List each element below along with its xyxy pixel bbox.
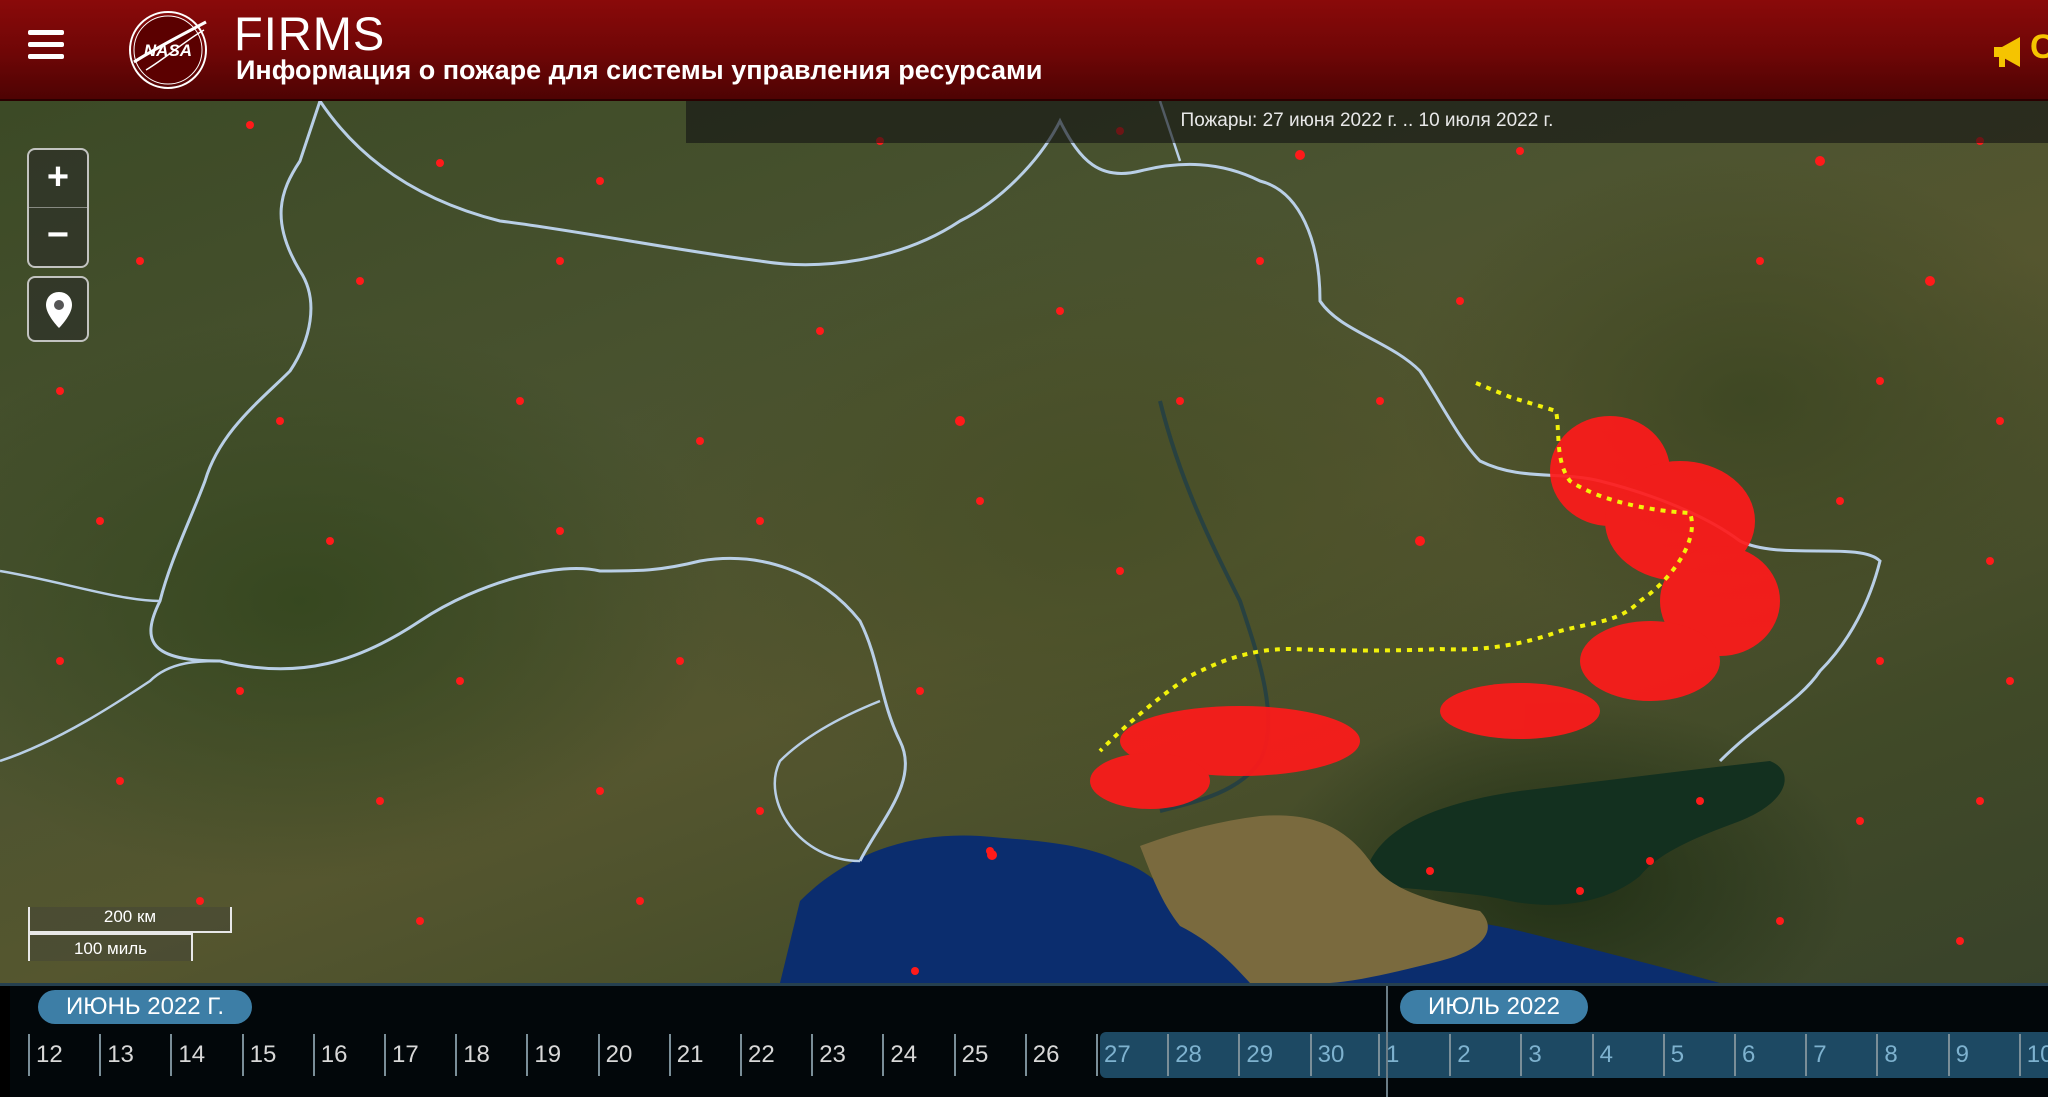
timeline-day-jun-21[interactable]: 21 — [668, 1034, 704, 1076]
nasa-logo[interactable]: NASA — [126, 8, 210, 92]
timeline-day-jun-27[interactable]: 27 — [1096, 1034, 1131, 1076]
timeline-day-jun-29[interactable]: 29 — [1238, 1034, 1273, 1076]
zoom-in-button[interactable]: + — [29, 150, 87, 208]
fire-map[interactable]: Пожары: 27 июня 2022 г. .. 10 июля 2022 … — [0, 101, 2048, 983]
hamburger-menu-icon[interactable] — [28, 30, 64, 64]
timeline-day-jun-22[interactable]: 22 — [740, 1034, 775, 1076]
timeline-day-jul-5[interactable]: 5 — [1662, 1034, 1684, 1076]
date-timeline[interactable]: ИЮНЬ 2022 Г. ИЮЛЬ 2022 12 13 14 15 16 17 18 19 2… — [0, 983, 2048, 1097]
timeline-day-jun-19[interactable]: 19 — [526, 1034, 561, 1076]
zoom-out-button[interactable]: − — [29, 208, 87, 266]
megaphone-icon[interactable] — [1990, 32, 2030, 72]
scale-miles: 100 миль — [28, 933, 193, 961]
app-title: FIRMS — [234, 7, 386, 60]
locate-button[interactable] — [27, 276, 89, 342]
timeline-day-jun-18[interactable]: 18 — [455, 1034, 490, 1076]
sea-hotspot — [987, 850, 997, 860]
timeline-day-jun-16[interactable]: 16 — [312, 1034, 348, 1076]
timeline-day-jul-4[interactable]: 4 — [1591, 1034, 1613, 1076]
app-header: NASA FIRMS Информация о пожаре для систе… — [0, 0, 2048, 101]
svg-text:NASA: NASA — [144, 41, 192, 60]
timeline-day-jun-28[interactable]: 28 — [1167, 1034, 1202, 1076]
timeline-day-jul-1[interactable]: 1 — [1378, 1034, 1399, 1076]
timeline-day-jun-13[interactable]: 13 — [99, 1034, 134, 1076]
timeline-day-jul-3[interactable]: 3 — [1520, 1034, 1542, 1076]
timeline-day-jun-20[interactable]: 20 — [597, 1034, 632, 1076]
timeline-day-jul-10[interactable]: 10 — [2018, 1034, 2048, 1076]
timeline-day-jun-12[interactable]: 12 — [28, 1034, 63, 1076]
map-pin-icon — [46, 292, 72, 328]
month-label-july[interactable]: ИЮЛЬ 2022 — [1400, 990, 1588, 1024]
timeline-day-jun-14[interactable]: 14 — [170, 1034, 205, 1076]
timeline-track: ИЮНЬ 2022 Г. ИЮЛЬ 2022 12 13 14 15 16 17 18 19 2… — [10, 986, 2048, 1097]
month-label-june[interactable]: ИЮНЬ 2022 Г. — [38, 990, 253, 1024]
fire-date-range: Пожары: 27 июня 2022 г. .. 10 июля 2022 … — [686, 101, 2048, 143]
timeline-day-jul-7[interactable]: 7 — [1805, 1034, 1827, 1076]
timeline-day-jun-24[interactable]: 24 — [882, 1034, 917, 1076]
timeline-day-jun-15[interactable]: 15 — [241, 1034, 276, 1076]
zoom-controls: + − — [27, 148, 89, 268]
timeline-day-jul-9[interactable]: 9 — [1947, 1034, 1969, 1076]
timeline-day-jul-8[interactable]: 8 — [1876, 1034, 1898, 1076]
timeline-day-jun-25[interactable]: 25 — [953, 1034, 988, 1076]
timeline-day-jul-2[interactable]: 2 — [1449, 1034, 1471, 1076]
announcement-label[interactable]: С — [2030, 28, 2048, 67]
timeline-day-jun-23[interactable]: 23 — [811, 1034, 846, 1076]
sea-of-azov — [1370, 761, 1785, 905]
timeline-day-jun-17[interactable]: 17 — [384, 1034, 419, 1076]
map-scale: 200 км 100 миль — [28, 907, 238, 967]
timeline-day-jun-26[interactable]: 26 — [1024, 1034, 1060, 1076]
country-border-south — [0, 101, 1182, 863]
fire-hotspots — [1090, 416, 1780, 809]
map-canvas — [0, 101, 2014, 983]
scale-km: 200 км — [28, 907, 232, 933]
app-subtitle: Информация о пожаре для системы управлен… — [236, 55, 1043, 85]
timeline-day-jun-30[interactable]: 30 — [1309, 1034, 1344, 1076]
timeline-day-jul-6[interactable]: 6 — [1734, 1034, 1755, 1076]
